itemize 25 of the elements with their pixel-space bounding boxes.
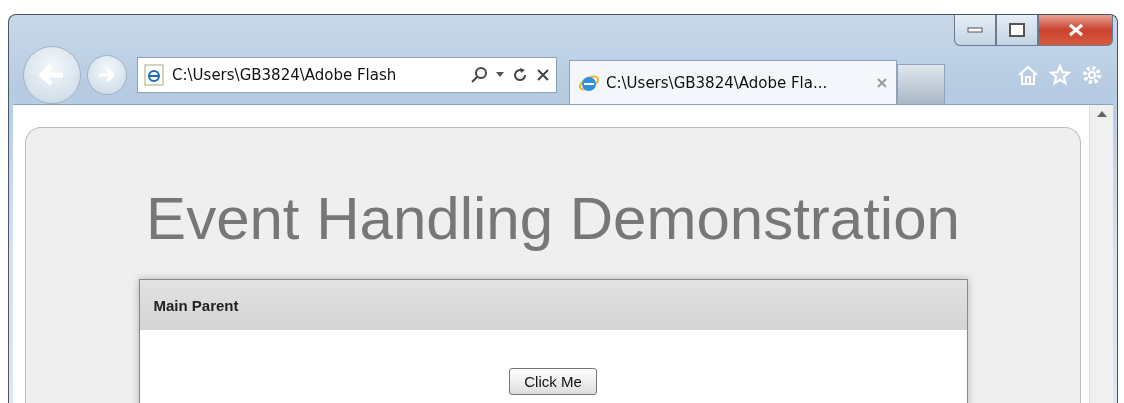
close-icon [1067, 23, 1084, 37]
search-icon[interactable] [470, 66, 488, 84]
forward-arrow-icon [97, 66, 117, 84]
scroll-up-icon[interactable] [1096, 111, 1107, 117]
maximize-button[interactable] [996, 15, 1038, 46]
close-tab-icon[interactable] [876, 76, 888, 89]
minimize-button[interactable] [954, 15, 996, 46]
panel-title: Main Parent [153, 296, 239, 314]
forward-button[interactable] [87, 55, 127, 95]
new-tab-button[interactable] [897, 64, 945, 104]
star-icon[interactable] [1049, 64, 1071, 86]
address-text: C:\Users\GB3824\Adobe Flash [172, 66, 398, 84]
browser-tab[interactable]: C:\Users\GB3824\Adobe Fla... [569, 60, 897, 104]
maximize-icon [1009, 23, 1025, 37]
stop-icon[interactable] [536, 68, 550, 82]
minimize-icon [967, 27, 983, 33]
refresh-icon[interactable] [512, 67, 528, 83]
click-me-button[interactable]: Click Me [509, 368, 597, 395]
page-icon [144, 64, 164, 86]
scrollbar[interactable] [1089, 105, 1113, 403]
dropdown-icon[interactable] [496, 72, 504, 78]
address-field[interactable]: C:\Users\GB3824\Adobe Flash [137, 57, 557, 93]
close-button[interactable] [1038, 15, 1113, 46]
tab-title: C:\Users\GB3824\Adobe Fla... [606, 73, 829, 92]
page-title: Event Handling Demonstration [146, 184, 960, 253]
